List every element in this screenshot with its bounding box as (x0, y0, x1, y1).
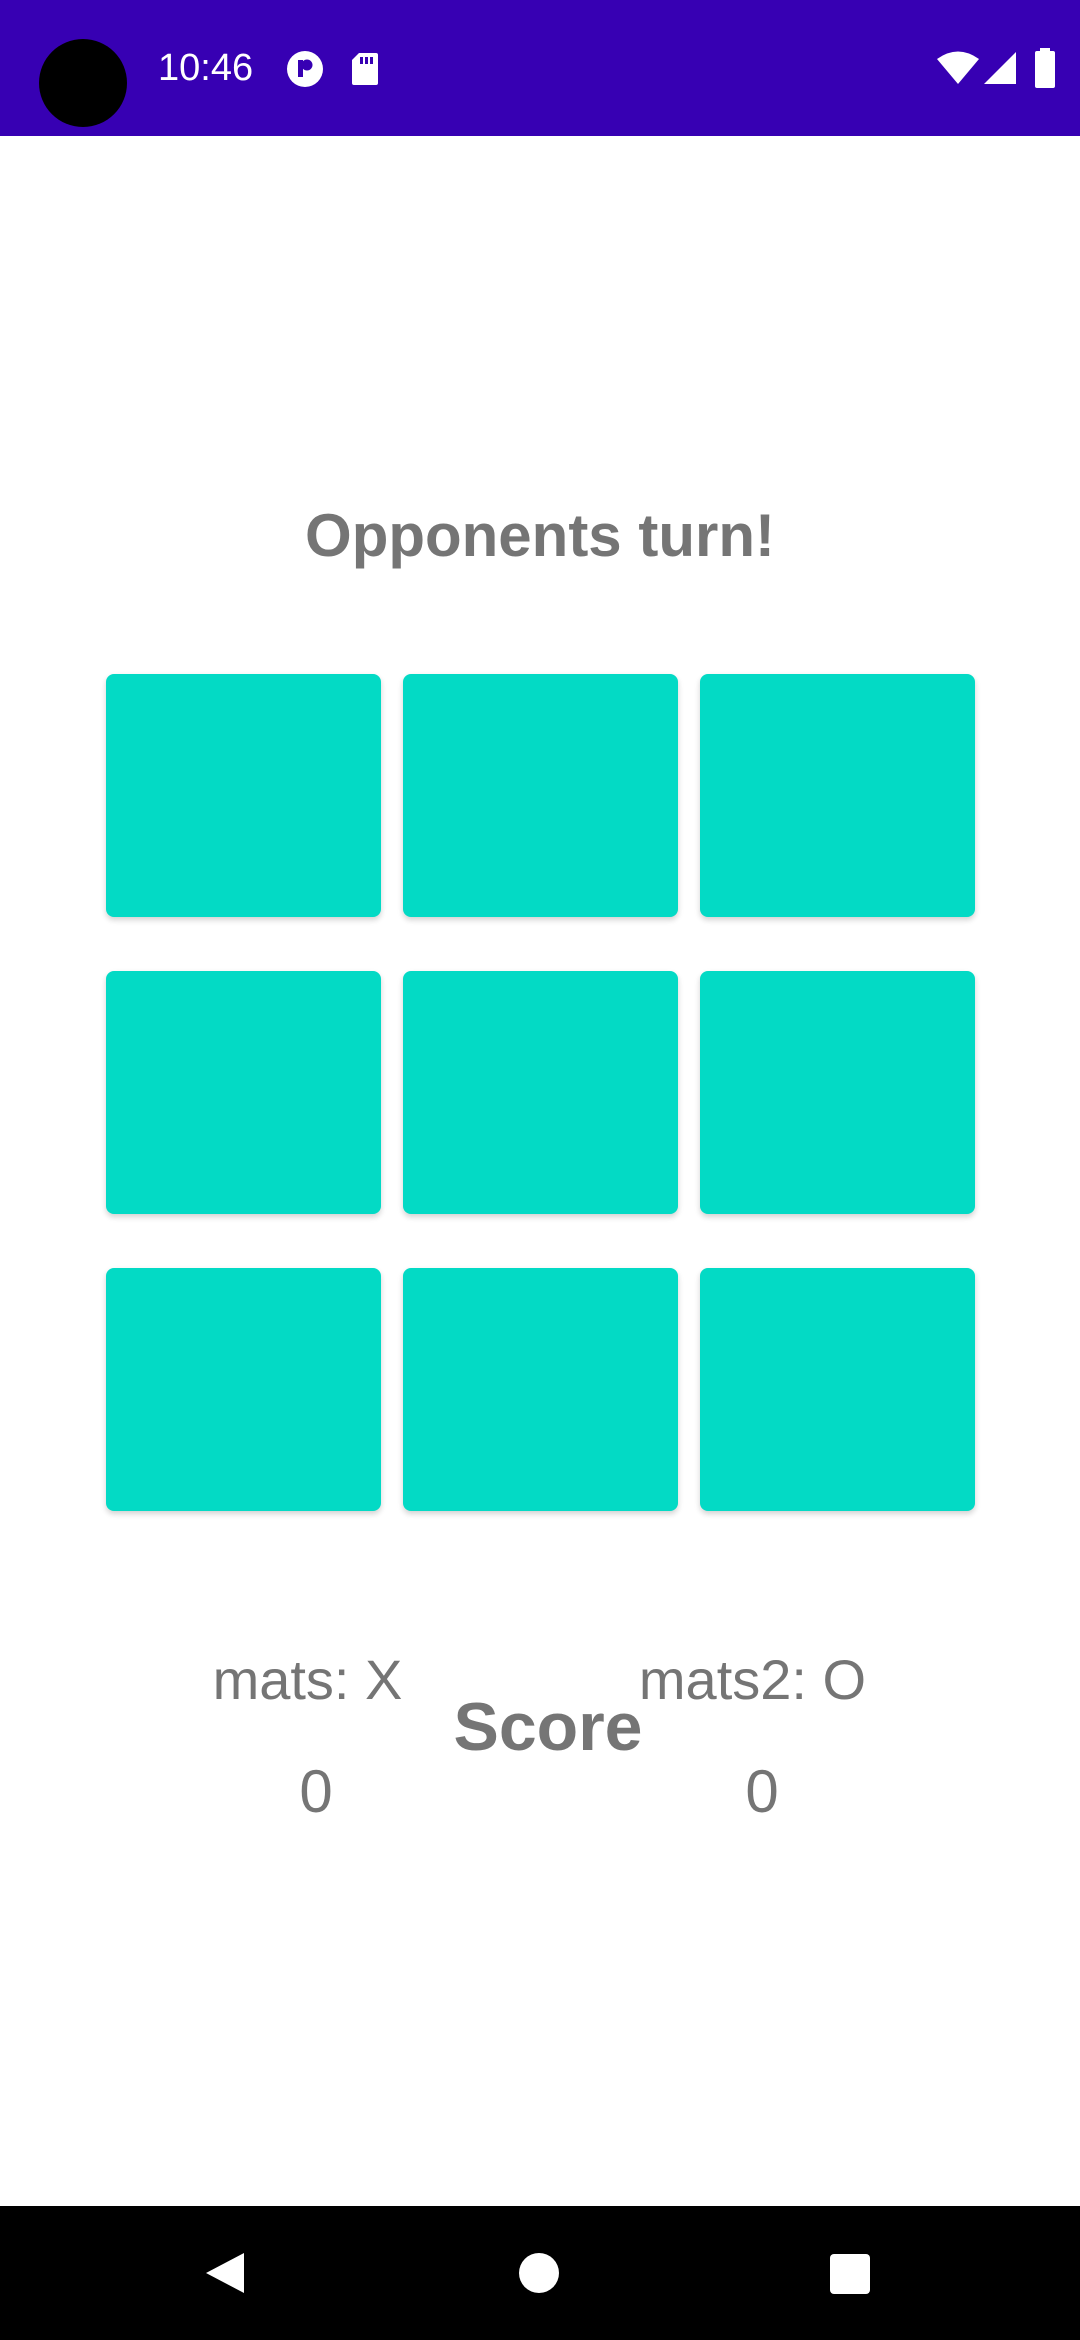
status-bar: 10:46 (0, 0, 1080, 136)
board-cell[interactable] (403, 674, 678, 917)
camera-cutout (39, 39, 127, 127)
board-cell[interactable] (700, 971, 975, 1214)
back-icon[interactable] (202, 2250, 248, 2296)
circle-p-icon (287, 51, 323, 87)
signal-icon (984, 52, 1016, 84)
board-cell[interactable] (403, 971, 678, 1214)
home-icon[interactable] (518, 2252, 560, 2294)
recents-icon[interactable] (829, 2253, 871, 2295)
player2-score: 0 (745, 1758, 779, 1825)
board-cell[interactable] (106, 1268, 381, 1511)
board-cell[interactable] (403, 1268, 678, 1511)
board-cell[interactable] (700, 1268, 975, 1511)
board-cell[interactable] (106, 971, 381, 1214)
status-time: 10:46 (158, 47, 254, 89)
player1-label: mats: X (212, 1648, 403, 1711)
wifi-icon (937, 51, 979, 84)
game-screen: Opponents turn! Score mats: X mats2: O 0… (0, 136, 1080, 2206)
battery-icon (1035, 48, 1055, 88)
player1-score: 0 (299, 1758, 333, 1825)
navigation-bar (0, 2206, 1080, 2340)
turn-message: Opponents turn! (305, 502, 775, 569)
sd-card-icon (352, 53, 378, 85)
player2-label: mats2: O (638, 1648, 867, 1711)
board-cell[interactable] (106, 674, 381, 917)
board-cell[interactable] (700, 674, 975, 917)
